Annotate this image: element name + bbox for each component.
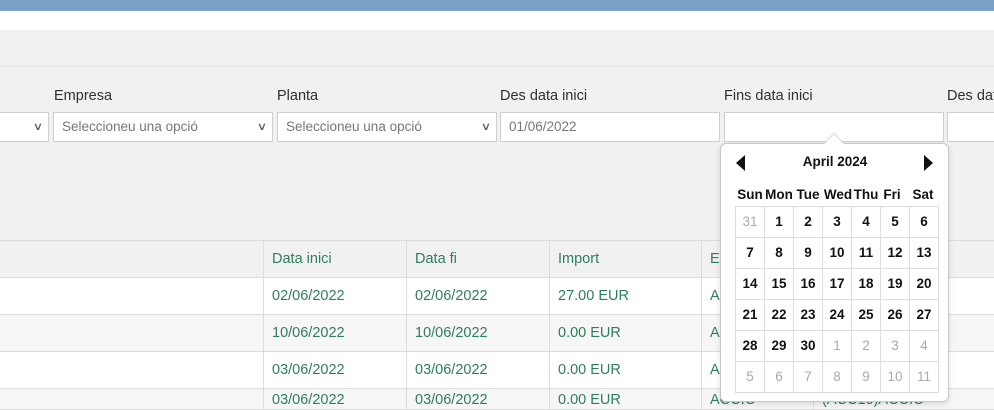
calendar-day-other-month[interactable]: 2 (852, 331, 881, 362)
datepicker-day-grid: 31 1 2 3 4 5 6 7 8 9 10 11 12 13 14 15 16 17 18 19 20 21 22 23 2… (735, 206, 939, 393)
cell-data-fi: 03/06/2022 (406, 389, 549, 409)
select-planta-placeholder: Seleccioneu una opció (286, 119, 422, 134)
select-cutoff-left[interactable]: ∨ (0, 112, 49, 142)
cell-data-fi: 10/06/2022 (406, 315, 549, 352)
calendar-day[interactable]: 10 (823, 238, 852, 269)
calendar-day[interactable]: 28 (736, 331, 765, 362)
cell-estat: ACCIO (701, 315, 721, 352)
calendar-day[interactable]: 26 (881, 300, 910, 331)
section-band (0, 30, 994, 67)
weekday-label: Tue (796, 187, 820, 202)
calendar-day[interactable]: 18 (852, 269, 881, 300)
col-header-import[interactable]: Import (549, 240, 701, 278)
calendar-day[interactable]: 2 (794, 207, 823, 238)
calendar-day[interactable]: 9 (794, 238, 823, 269)
calendar-day[interactable]: 24 (823, 300, 852, 331)
calendar-day[interactable]: 22 (765, 300, 794, 331)
label-planta: Planta (277, 88, 319, 104)
datepicker-popup: April 2024 Sun Mon Tue Wed Thu Fri Sat 31 1 2 3 4 5… (720, 143, 949, 402)
input-des-data-fi[interactable] (947, 112, 994, 142)
weekday-label: Sat (912, 187, 934, 202)
calendar-day[interactable]: 23 (794, 300, 823, 331)
calendar-day-other-month[interactable]: 7 (794, 362, 823, 393)
calendar-day-other-month[interactable]: 8 (823, 362, 852, 393)
label-fins-data-inici: Fins data inici (724, 88, 813, 104)
calendar-day[interactable]: 14 (736, 269, 765, 300)
weekday-label: Sun (737, 187, 763, 202)
calendar-day[interactable]: 27 (910, 300, 939, 331)
chevron-down-icon: ∨ (256, 121, 268, 133)
weekday-label: Mon (765, 187, 793, 202)
cell-estat: ACCIO (701, 352, 721, 389)
triangle-left-icon[interactable] (734, 153, 748, 173)
label-des-data-fi: Des data fi (947, 88, 994, 104)
datepicker-month-title: April 2024 (802, 154, 868, 169)
cell-import: 27.00 EUR (549, 278, 701, 315)
calendar-day[interactable]: 1 (765, 207, 794, 238)
triangle-right-icon[interactable] (921, 153, 935, 173)
calendar-day[interactable]: 11 (852, 238, 881, 269)
cell-data-inici: 02/06/2022 (263, 278, 406, 315)
calendar-day[interactable]: 13 (910, 238, 939, 269)
calendar-day-other-month[interactable]: 11 (910, 362, 939, 393)
calendar-day-other-month[interactable]: 4 (910, 331, 939, 362)
cell-import: 0.00 EUR (549, 389, 701, 409)
calendar-day-other-month[interactable]: 10 (881, 362, 910, 393)
select-empresa-placeholder: Seleccioneu una opció (62, 119, 198, 134)
label-des-data-inici: Des data inici (500, 88, 588, 104)
calendar-day-other-month[interactable]: 3 (881, 331, 910, 362)
cell-import: 0.00 EUR (549, 352, 701, 389)
calendar-day[interactable]: 29 (765, 331, 794, 362)
calendar-day[interactable]: 3 (823, 207, 852, 238)
calendar-day[interactable]: 21 (736, 300, 765, 331)
calendar-day[interactable]: 25 (852, 300, 881, 331)
calendar-day[interactable]: 4 (852, 207, 881, 238)
col-header-data-inici[interactable]: Data inici (263, 240, 406, 278)
chevron-down-icon: ∨ (32, 121, 44, 133)
cell-data-inici: 10/06/2022 (263, 315, 406, 352)
cell-estat: ACCIO (701, 278, 721, 315)
col-header-data-fi[interactable]: Data fi (406, 240, 549, 278)
label-empresa: Empresa (54, 88, 113, 104)
input-des-data-inici[interactable]: 01/06/2022 (500, 112, 720, 142)
calendar-day[interactable]: 17 (823, 269, 852, 300)
calendar-day[interactable]: 20 (910, 269, 939, 300)
calendar-day-other-month[interactable]: 31 (736, 207, 765, 238)
chevron-down-icon: ∨ (480, 121, 492, 133)
cell-import: 0.00 EUR (549, 315, 701, 352)
col-header-estat[interactable]: Estat (701, 240, 721, 278)
calendar-day-other-month[interactable]: 5 (736, 362, 765, 393)
datepicker-pointer-fill (824, 134, 844, 144)
select-empresa[interactable]: Seleccioneu una opció ∨ (53, 112, 273, 142)
calendar-day[interactable]: 5 (881, 207, 910, 238)
calendar-day[interactable]: 30 (794, 331, 823, 362)
calendar-day[interactable]: 16 (794, 269, 823, 300)
cell-data-inici: 03/06/2022 (263, 352, 406, 389)
calendar-day-other-month[interactable]: 1 (823, 331, 852, 362)
cell-data-inici: 03/06/2022 (263, 389, 406, 409)
calendar-day[interactable]: 19 (881, 269, 910, 300)
calendar-day[interactable]: 12 (881, 238, 910, 269)
calendar-day[interactable]: 15 (765, 269, 794, 300)
select-planta[interactable]: Seleccioneu una opció ∨ (277, 112, 497, 142)
calendar-day[interactable]: 8 (765, 238, 794, 269)
weekday-label: Fri (883, 187, 901, 202)
calendar-day[interactable]: 7 (736, 238, 765, 269)
weekday-label: Thu (853, 187, 879, 202)
top-bar (0, 0, 994, 11)
cell-data-fi: 03/06/2022 (406, 352, 549, 389)
cell-data-fi: 02/06/2022 (406, 278, 549, 315)
weekday-label: Wed (823, 187, 853, 202)
calendar-day-other-month[interactable]: 9 (852, 362, 881, 393)
calendar-day-other-month[interactable]: 6 (765, 362, 794, 393)
calendar-day[interactable]: 6 (910, 207, 939, 238)
